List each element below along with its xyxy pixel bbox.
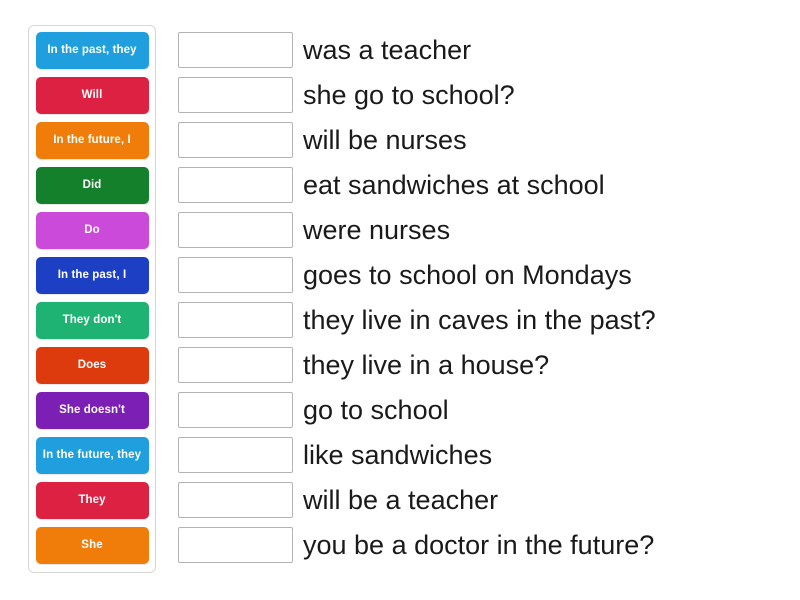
match-rows-list: was a teacher she go to school? will be nu… [178,27,788,567]
match-row-text: eat sandwiches at school [303,169,605,200]
draggable-tile[interactable]: She doesn't [35,392,149,429]
match-row-text: will be nurses [303,124,467,155]
match-row: goes to school on Mondays [178,252,788,297]
match-row: she go to school? [178,72,788,117]
answer-drop-slot[interactable] [178,301,293,338]
match-row-text: will be a teacher [303,484,499,515]
match-row-text: were nurses [303,214,451,245]
answer-drop-slot[interactable] [178,31,293,68]
match-row-text: you be a doctor in the future? [303,529,655,560]
answer-drop-slot[interactable] [178,256,293,293]
draggable-tile[interactable]: Did [35,167,149,204]
match-row: they live in a house? [178,342,788,387]
match-row: you be a doctor in the future? [178,522,788,567]
draggable-tile[interactable]: Will [35,77,149,114]
draggable-tile[interactable]: In the future, I [35,122,149,159]
match-row-text: goes to school on Mondays [303,259,632,290]
draggable-tiles-panel: In the past, they Will In the future, I Did… [28,25,156,573]
draggable-tile[interactable]: They [35,482,149,519]
draggable-tile[interactable]: She [35,527,149,564]
draggable-tile[interactable]: In the past, I [35,257,149,294]
draggable-tile[interactable]: In the future, they [35,437,149,474]
draggable-tile[interactable]: Do [35,212,149,249]
match-row: like sandwiches [178,432,788,477]
match-row: they live in caves in the past? [178,297,788,342]
answer-drop-slot[interactable] [178,121,293,158]
match-row: was a teacher [178,27,788,72]
answer-drop-slot[interactable] [178,346,293,383]
match-row: will be nurses [178,117,788,162]
match-row-text: go to school [303,394,449,425]
match-row-text: like sandwiches [303,439,493,470]
match-row: eat sandwiches at school [178,162,788,207]
draggable-tile[interactable]: In the past, they [35,32,149,69]
answer-drop-slot[interactable] [178,436,293,473]
match-row: will be a teacher [178,477,788,522]
match-row-text: she go to school? [303,79,515,110]
answer-drop-slot[interactable] [178,391,293,428]
match-row: were nurses [178,207,788,252]
answer-drop-slot[interactable] [178,526,293,563]
match-row-text: they live in a house? [303,349,550,380]
match-row-text: they live in caves in the past? [303,304,656,335]
answer-drop-slot[interactable] [178,76,293,113]
answer-drop-slot[interactable] [178,211,293,248]
match-row: go to school [178,387,788,432]
answer-drop-slot[interactable] [178,481,293,518]
answer-drop-slot[interactable] [178,166,293,203]
match-row-text: was a teacher [303,34,472,65]
match-up-activity: In the past, they Will In the future, I Did… [0,0,800,600]
draggable-tile[interactable]: They don't [35,302,149,339]
draggable-tile[interactable]: Does [35,347,149,384]
